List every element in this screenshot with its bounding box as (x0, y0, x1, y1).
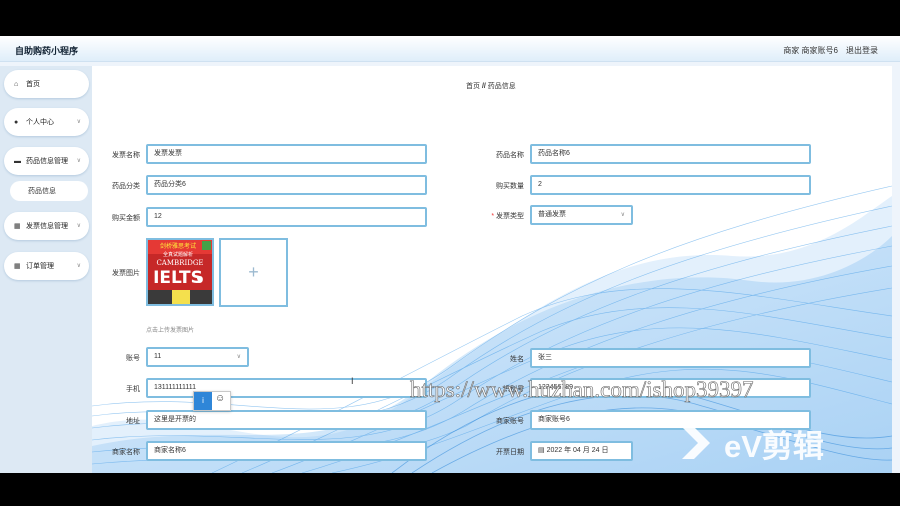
merchant-account-label: 商家账号 (496, 418, 524, 425)
chevron-down-icon: ∨ (76, 158, 81, 164)
breadcrumb-home[interactable]: 首页 (466, 83, 480, 90)
name-input[interactable]: 张三 (530, 348, 811, 368)
breadcrumb-current: 药品信息 (487, 83, 516, 90)
chevron-down-icon: ∨ (620, 212, 625, 218)
amount-input[interactable]: 12 (146, 207, 427, 227)
screen: 自助购药小程序 商家 商家账号6 退出登录 ⌂ 首页 ● 个人中心 ∨ ▬ 药品… (0, 0, 900, 506)
user-icon: ● (14, 118, 19, 126)
amount-label: 购买金额 (112, 215, 140, 222)
invoice-type-select[interactable]: 普通发票 ∨ (530, 205, 633, 225)
merchant-name-label: 商家名称 (112, 449, 140, 456)
logout-link[interactable]: 退出登录 (846, 45, 878, 56)
invoice-image-thumbnail[interactable]: 剑桥雅思考试 全真试题解析 CAMBRIDGE IELTS 9 (146, 238, 214, 306)
drug-name-label: 药品名称 (496, 152, 524, 159)
sidebar-item-invoice-management[interactable]: ▦ 发票信息管理 ∨ (4, 212, 89, 240)
quantity-input[interactable]: 2 (530, 175, 811, 195)
cover-line4: IELTS (153, 268, 203, 288)
grid-icon: ▦ (14, 263, 21, 270)
sidebar-subitem-drug-info[interactable]: 药品信息 (10, 181, 88, 201)
name-label: 姓名 (510, 356, 524, 363)
upload-hint: 点击上传发票图片 (146, 328, 195, 334)
breadcrumb-separator: // (481, 83, 486, 90)
issue-date-value: 2022 年 04 月 24 日 (546, 447, 609, 454)
chevron-down-icon: ∨ (76, 223, 81, 229)
calendar-icon: ▤ (538, 447, 545, 454)
header-user-info: 商家 商家账号6 (783, 45, 838, 56)
drug-name-input[interactable]: 药品名称6 (530, 144, 811, 164)
drug-category-label: 药品分类 (112, 183, 140, 190)
cover-line2: 全真试题解析 (163, 251, 193, 258)
quantity-label: 购买数量 (496, 183, 524, 190)
merchant-name-input[interactable]: 商家名称6 (146, 441, 427, 461)
grid-icon: ▦ (14, 223, 21, 230)
account-label: 账号 (126, 355, 140, 362)
app-title: 自助购药小程序 (15, 46, 79, 56)
sidebar-item-label: 个人中心 (26, 119, 54, 126)
cover-line1: 剑桥雅思考试 (160, 242, 196, 250)
invoice-type-label-text: 发票类型 (496, 213, 524, 220)
upload-add-button[interactable]: + (219, 238, 288, 307)
user-role: 商家 (783, 46, 800, 55)
watermark-text: https://www.huzhan.com/ishop39397 (410, 377, 754, 403)
ime-toolbar: i ☺ (193, 391, 231, 411)
cover-line5: 9 (197, 275, 204, 286)
cover-line3: CAMBRIDGE (156, 259, 203, 267)
account-select[interactable]: 11 ∨ (146, 347, 249, 367)
breadcrumb: 首页 // 药品信息 (466, 81, 516, 91)
top-header: 自助购药小程序 商家 商家账号6 退出登录 (0, 36, 900, 62)
emoji-icon[interactable]: ☺ (215, 393, 225, 404)
chevron-down-icon: ∨ (76, 263, 81, 269)
sidebar: ⌂ 首页 ● 个人中心 ∨ ▬ 药品信息管理 ∨ 药品信息 ▦ 发票信息管理 ∨… (0, 66, 92, 473)
sidebar-item-order-management[interactable]: ▦ 订单管理 ∨ (4, 252, 89, 280)
briefcase-icon: ▬ (14, 157, 21, 165)
issue-date-picker[interactable]: ▤ 2022 年 04 月 24 日 (530, 441, 633, 461)
chevron-down-icon: ∨ (236, 354, 241, 360)
invoice-name-input[interactable]: 发票发票 (146, 144, 427, 164)
drug-category-input[interactable]: 药品分类6 (146, 175, 427, 195)
issue-date-label: 开票日期 (496, 449, 524, 456)
phone-label: 手机 (126, 386, 140, 393)
account-value: 11 (154, 353, 162, 360)
invoice-type-label: * 发票类型 (478, 211, 524, 221)
address-input[interactable]: 这里是开票的 (146, 410, 427, 430)
ime-mode-icon[interactable]: i (194, 392, 212, 410)
sidebar-item-home[interactable]: ⌂ 首页 (4, 70, 89, 98)
text-cursor-icon: I (351, 376, 354, 386)
sidebar-item-drug-management[interactable]: ▬ 药品信息管理 ∨ (4, 147, 89, 175)
sidebar-item-label: 药品信息管理 (26, 158, 68, 165)
app-window: 自助购药小程序 商家 商家账号6 退出登录 ⌂ 首页 ● 个人中心 ∨ ▬ 药品… (0, 36, 900, 473)
required-mark: * (491, 213, 495, 220)
sidebar-item-label: 订单管理 (26, 263, 54, 270)
sidebar-item-label: 发票信息管理 (26, 223, 68, 230)
chevron-down-icon: ∨ (76, 119, 81, 125)
address-label: 地址 (126, 418, 140, 425)
ielts-book-cover: 剑桥雅思考试 全真试题解析 CAMBRIDGE IELTS 9 (148, 240, 212, 304)
invoice-name-label: 发票名称 (112, 152, 140, 159)
main-content: 首页 // 药品信息 发票名称 发票发票 药品名称 药品名称6 药品分类 药品分… (92, 66, 892, 473)
ev-logo-text: eV剪辑 (724, 429, 824, 464)
sidebar-item-profile[interactable]: ● 个人中心 ∨ (4, 108, 89, 136)
user-name: 商家账号6 (801, 46, 838, 55)
plus-icon: + (248, 262, 259, 282)
invoice-image-label: 发票图片 (112, 270, 140, 277)
home-icon: ⌂ (14, 80, 19, 88)
invoice-type-value: 普通发票 (538, 211, 566, 218)
phone-input[interactable]: 131111111111 (146, 378, 427, 398)
sidebar-item-label: 首页 (26, 81, 40, 88)
